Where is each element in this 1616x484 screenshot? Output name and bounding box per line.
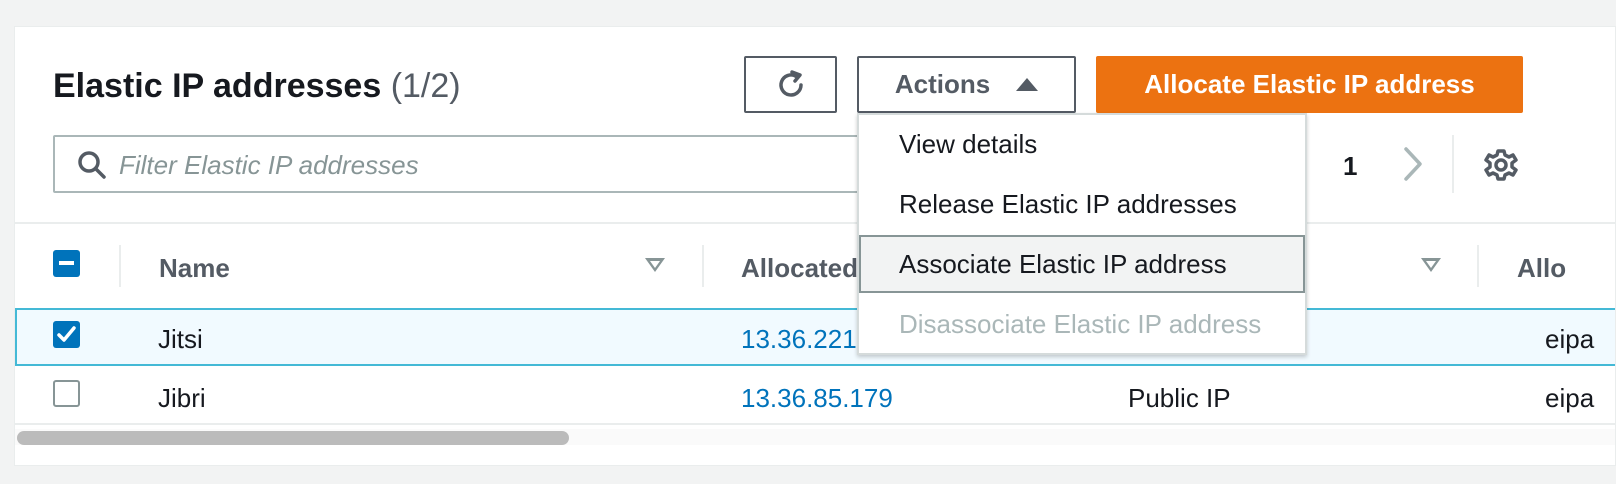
caret-up-icon	[1016, 78, 1039, 91]
row-allocated-ip-link[interactable]: 13.36.221	[741, 324, 857, 355]
elastic-ip-panel: Elastic IP addresses (1/2) Actions Alloc…	[14, 26, 1616, 466]
check-icon	[57, 326, 76, 342]
actions-label: Actions	[894, 69, 991, 99]
column-header-allocation-id[interactable]: Allo	[1517, 253, 1566, 284]
row-type: Public IP	[1128, 383, 1231, 413]
menu-item-associate[interactable]: Associate Elastic IP address	[859, 235, 1305, 293]
sort-down-icon[interactable]	[1421, 258, 1441, 272]
allocate-elastic-ip-button[interactable]: Allocate Elastic IP address	[1096, 56, 1523, 113]
select-all-checkbox[interactable]	[53, 250, 80, 277]
column-divider	[119, 245, 121, 287]
row-checkbox[interactable]	[53, 380, 80, 407]
search-input[interactable]	[117, 145, 901, 185]
row-name: Jitsi	[158, 324, 203, 354]
menu-item-disassociate: Disassociate Elastic IP address	[899, 309, 1262, 339]
row-name: Jibri	[158, 383, 206, 413]
column-divider	[1477, 245, 1479, 287]
chevron-right-icon[interactable]	[1402, 145, 1424, 183]
row-divider	[15, 423, 1615, 425]
menu-item-release[interactable]: Release Elastic IP addresses	[859, 175, 1305, 233]
sort-down-icon[interactable]	[645, 258, 665, 272]
search-icon	[78, 151, 106, 179]
menu-item-view-details[interactable]: View details	[859, 115, 1305, 173]
actions-dropdown-menu: View details Release Elastic IP addresse…	[857, 113, 1307, 355]
refresh-icon	[778, 69, 803, 97]
toolbar-divider	[1452, 135, 1454, 193]
refresh-button[interactable]	[744, 56, 837, 113]
gear-icon[interactable]	[1483, 147, 1519, 183]
header-divider	[15, 222, 1615, 224]
row-allocation-id: eipa	[1545, 383, 1595, 413]
page-number[interactable]: 1	[1343, 151, 1357, 182]
title-text: Elastic IP addresses	[53, 67, 382, 105]
column-header-name[interactable]: Name	[159, 253, 230, 284]
selection-count: (1/2)	[390, 67, 461, 105]
column-header-allocated[interactable]: Allocated	[741, 253, 858, 284]
row-allocated-ip-link[interactable]: 13.36.85.179	[741, 383, 893, 414]
scrollbar-thumb[interactable]	[17, 431, 569, 445]
page-title: Elastic IP addresses (1/2)	[53, 67, 461, 106]
actions-button[interactable]: Actions	[857, 56, 1076, 113]
row-checkbox[interactable]	[53, 321, 80, 348]
search-box	[53, 135, 913, 193]
allocate-label: Allocate Elastic IP address	[1144, 69, 1475, 99]
row-allocation-id: eipa	[1545, 324, 1595, 354]
column-divider	[702, 245, 704, 287]
